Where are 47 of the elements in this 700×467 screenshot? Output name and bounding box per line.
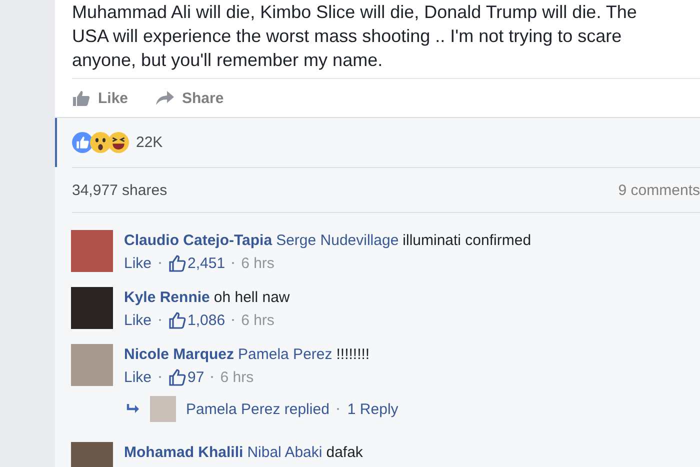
comment-author[interactable]: Mohamad Khalili [124, 444, 244, 461]
haha-reaction-icon [108, 132, 129, 153]
share-button[interactable]: Share [156, 90, 224, 106]
post-text-line: Muhammad Ali will die, Kimbo Slice will die, Donald Trump will die. The [72, 1, 638, 24]
avatar-photo[interactable] [71, 287, 113, 329]
like-count[interactable]: 2,451 [168, 254, 226, 272]
wow-reaction-icon [90, 132, 111, 153]
comment-author[interactable]: Claudio Catejo-Tapia [124, 232, 272, 249]
thumbs-up-icon [168, 254, 186, 272]
comment-text: !!!!!!!! [336, 346, 370, 363]
post-text-line: USA will experience the worst mass shooting .. I'm not trying to scare [72, 25, 623, 48]
comment-author[interactable]: Kyle Rennie [124, 289, 210, 306]
comment-author[interactable]: Nicole Marquez [124, 346, 234, 363]
separator-dot [337, 408, 340, 410]
tagged-name[interactable]: Nibal Abaki [247, 444, 322, 461]
separator-dot [211, 376, 214, 378]
tagged-name[interactable]: Serge Nudevillage [276, 232, 399, 249]
like-link[interactable]: Like [124, 368, 152, 386]
shares-count[interactable]: 34,977 shares [72, 182, 168, 198]
avatar-photo[interactable] [71, 230, 113, 272]
tagged-name[interactable]: Pamela Perez [238, 346, 332, 363]
like-link[interactable]: Like [124, 312, 152, 328]
thumbs-up-icon [168, 311, 186, 329]
comment-text: oh hell naw [214, 289, 290, 306]
avatar-photo[interactable] [150, 396, 176, 422]
reply-arrow-icon [126, 403, 140, 415]
like-reaction-icon [72, 132, 93, 153]
reply-summary[interactable]: Pamela Perez replied [186, 400, 330, 418]
reaction-count[interactable]: 22K [136, 134, 163, 151]
separator-dot [158, 262, 161, 264]
avatar-photo[interactable] [71, 344, 113, 386]
comments-count[interactable]: 9 comments [618, 182, 700, 198]
like-count[interactable]: 1,086 [168, 311, 226, 329]
separator-dot [158, 319, 161, 321]
like-link[interactable]: Like [124, 254, 152, 272]
reply-count-link[interactable]: 1 Reply [347, 400, 398, 418]
comment-text: illuminati confirmed [402, 232, 532, 249]
comment-text: dafak [326, 444, 363, 461]
separator-dot [232, 319, 234, 321]
separator-dot [158, 376, 161, 378]
thumbs-up-icon [168, 368, 186, 386]
separator-dot [232, 262, 234, 264]
arrow-icon [156, 91, 174, 105]
post-text-line: anyone, but you'll remember my name. [72, 49, 384, 72]
thumbs-up-icon [72, 90, 90, 106]
like-count[interactable]: 97 [168, 368, 204, 386]
like-button[interactable]: Like [72, 90, 128, 106]
